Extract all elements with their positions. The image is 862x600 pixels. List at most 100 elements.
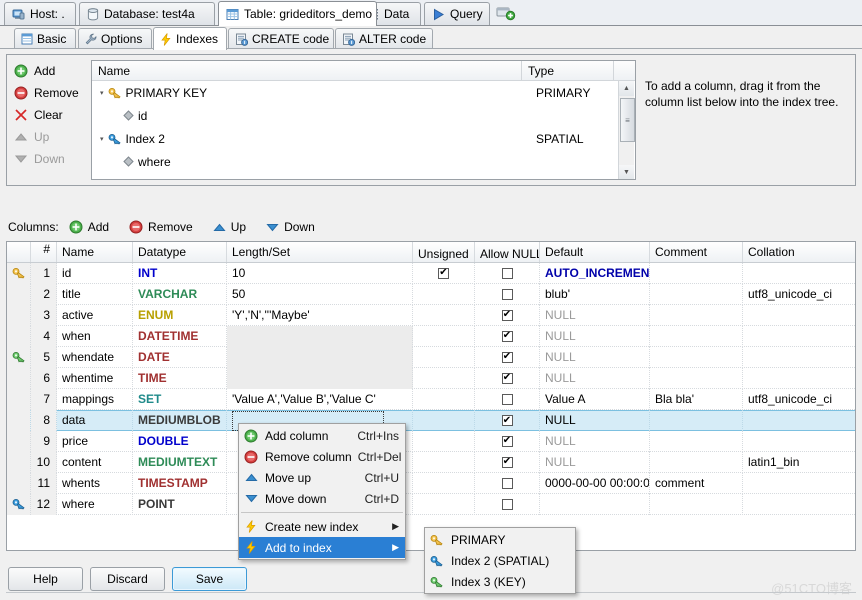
index-tree-scrollbar[interactable]: ▲ ≡ ▼: [618, 81, 634, 180]
row-datatype-cell[interactable]: DATE: [133, 347, 227, 368]
row-unsigned-cell[interactable]: [413, 410, 475, 431]
index-down-button[interactable]: Down: [14, 148, 88, 170]
tab-database[interactable]: Database: test4a: [79, 2, 215, 25]
index-tree-row[interactable]: ▾ PRIMARY KEY PRIMARY: [92, 81, 635, 104]
grid-col-length[interactable]: Length/Set: [227, 242, 413, 262]
columns-add-button[interactable]: Add: [69, 220, 109, 234]
row-index-cell[interactable]: 3: [31, 305, 57, 326]
submenu-item-primary[interactable]: PRIMARY: [425, 529, 575, 550]
row-unsigned-cell[interactable]: [413, 305, 475, 326]
row-datatype-cell[interactable]: SET: [133, 389, 227, 410]
index-tree-row[interactable]: ▾ Index 3 KEY: [92, 173, 635, 180]
row-unsigned-cell[interactable]: [413, 389, 475, 410]
row-comment-cell[interactable]: [650, 326, 743, 347]
allownull-checkbox[interactable]: [502, 268, 513, 279]
row-collation-cell[interactable]: [743, 326, 855, 347]
row-default-cell[interactable]: 0000-00-00 00:00:00: [540, 473, 650, 494]
row-name-cell[interactable]: content: [57, 452, 133, 473]
row-unsigned-cell[interactable]: [413, 347, 475, 368]
tab-alter-code[interactable]: ALTER code: [335, 28, 433, 49]
row-comment-cell[interactable]: [650, 347, 743, 368]
row-datatype-cell[interactable]: POINT: [133, 494, 227, 515]
row-comment-cell[interactable]: [650, 263, 743, 284]
row-name-cell[interactable]: title: [57, 284, 133, 305]
allownull-checkbox[interactable]: [502, 499, 513, 510]
row-name-cell[interactable]: whentime: [57, 368, 133, 389]
allownull-checkbox[interactable]: ✔: [502, 310, 513, 321]
grid-col-comment[interactable]: Comment: [650, 242, 743, 262]
row-unsigned-cell[interactable]: ✔: [413, 263, 475, 284]
menu-item-add-column[interactable]: Add column Ctrl+Ins: [239, 425, 405, 446]
new-tab-button[interactable]: [496, 5, 516, 21]
row-datatype-cell[interactable]: MEDIUMTEXT: [133, 452, 227, 473]
row-default-cell[interactable]: NULL: [540, 326, 650, 347]
index-clear-button[interactable]: Clear: [14, 104, 88, 126]
row-index-cell[interactable]: 9: [31, 431, 57, 452]
tab-options[interactable]: Options: [78, 28, 152, 49]
index-tree-row[interactable]: ▾ Index 2 SPATIAL: [92, 127, 635, 150]
allownull-checkbox[interactable]: [502, 478, 513, 489]
row-comment-cell[interactable]: [650, 305, 743, 326]
row-collation-cell[interactable]: utf8_unicode_ci: [743, 284, 855, 305]
row-unsigned-cell[interactable]: [413, 326, 475, 347]
row-index-cell[interactable]: 5: [31, 347, 57, 368]
row-collation-cell[interactable]: [743, 368, 855, 389]
row-unsigned-cell[interactable]: [413, 452, 475, 473]
row-allownull-cell[interactable]: [475, 473, 540, 494]
row-index-cell[interactable]: 7: [31, 389, 57, 410]
row-datatype-cell[interactable]: VARCHAR: [133, 284, 227, 305]
index-add-button[interactable]: Add: [14, 60, 88, 82]
row-index-cell[interactable]: 10: [31, 452, 57, 473]
row-collation-cell[interactable]: [743, 263, 855, 284]
row-datatype-cell[interactable]: DATETIME: [133, 326, 227, 347]
grid-col-name[interactable]: Name: [57, 242, 133, 262]
row-allownull-cell[interactable]: [475, 284, 540, 305]
row-length-cell[interactable]: [227, 347, 413, 368]
scrollbar-thumb[interactable]: ≡: [620, 98, 635, 142]
row-length-cell[interactable]: 10: [227, 263, 413, 284]
row-collation-cell[interactable]: [743, 347, 855, 368]
scroll-up-arrow-icon[interactable]: ▲: [619, 81, 634, 96]
columns-up-button[interactable]: Up: [213, 220, 246, 234]
menu-item-remove-column[interactable]: Remove column Ctrl+Del: [239, 446, 405, 467]
row-index-cell[interactable]: 4: [31, 326, 57, 347]
table-row[interactable]: 5whendateDATE✔NULL: [7, 347, 855, 368]
allownull-checkbox[interactable]: ✔: [502, 457, 513, 468]
table-row[interactable]: 9priceDOUBLE✔NULL: [7, 431, 855, 452]
row-length-cell[interactable]: [227, 368, 413, 389]
table-row[interactable]: 3activeENUM'Y','N','''Maybe'✔NULL: [7, 305, 855, 326]
row-collation-cell[interactable]: [743, 431, 855, 452]
row-length-cell[interactable]: 'Y','N','''Maybe': [227, 305, 413, 326]
tab-host[interactable]: Host: .: [4, 2, 76, 25]
row-collation-cell[interactable]: utf8_unicode_ci: [743, 389, 855, 410]
row-name-cell[interactable]: whents: [57, 473, 133, 494]
submenu-item-index-2[interactable]: Index 2 (SPATIAL): [425, 550, 575, 571]
grid-col-datatype[interactable]: Datatype: [133, 242, 227, 262]
table-row[interactable]: 11whentsTIMESTAMP0000-00-00 00:00:00comm…: [7, 473, 855, 494]
index-tree[interactable]: Name Type ▾ PRIMARY KEY PRIMARY id: [91, 60, 636, 180]
row-allownull-cell[interactable]: ✔: [475, 347, 540, 368]
row-datatype-cell[interactable]: DOUBLE: [133, 431, 227, 452]
row-comment-cell[interactable]: [650, 431, 743, 452]
row-comment-cell[interactable]: [650, 452, 743, 473]
grid-col-default[interactable]: Default: [540, 242, 650, 262]
row-index-cell[interactable]: 12: [31, 494, 57, 515]
row-collation-cell[interactable]: [743, 473, 855, 494]
allownull-checkbox[interactable]: [502, 289, 513, 300]
unsigned-checkbox[interactable]: ✔: [438, 268, 449, 279]
row-default-cell[interactable]: NULL: [540, 410, 650, 431]
expander-icon[interactable]: ▾: [100, 89, 104, 97]
context-menu[interactable]: Add column Ctrl+Ins Remove column Ctrl+D…: [238, 423, 406, 560]
menu-item-add-to-index[interactable]: Add to index ▶: [239, 537, 405, 558]
tab-query[interactable]: Query: [424, 2, 490, 25]
expander-icon[interactable]: ▾: [100, 135, 104, 143]
row-collation-cell[interactable]: latin1_bin: [743, 452, 855, 473]
table-row[interactable]: 8dataMEDIUMBLOB✔NULL: [7, 410, 855, 431]
row-allownull-cell[interactable]: ✔: [475, 326, 540, 347]
index-tree-row[interactable]: id: [92, 104, 635, 127]
scroll-down-arrow-icon[interactable]: ▼: [619, 165, 634, 180]
row-default-cell[interactable]: NULL: [540, 368, 650, 389]
row-index-cell[interactable]: 8: [31, 410, 57, 431]
columns-remove-button[interactable]: Remove: [129, 220, 193, 234]
row-default-cell[interactable]: blub': [540, 284, 650, 305]
